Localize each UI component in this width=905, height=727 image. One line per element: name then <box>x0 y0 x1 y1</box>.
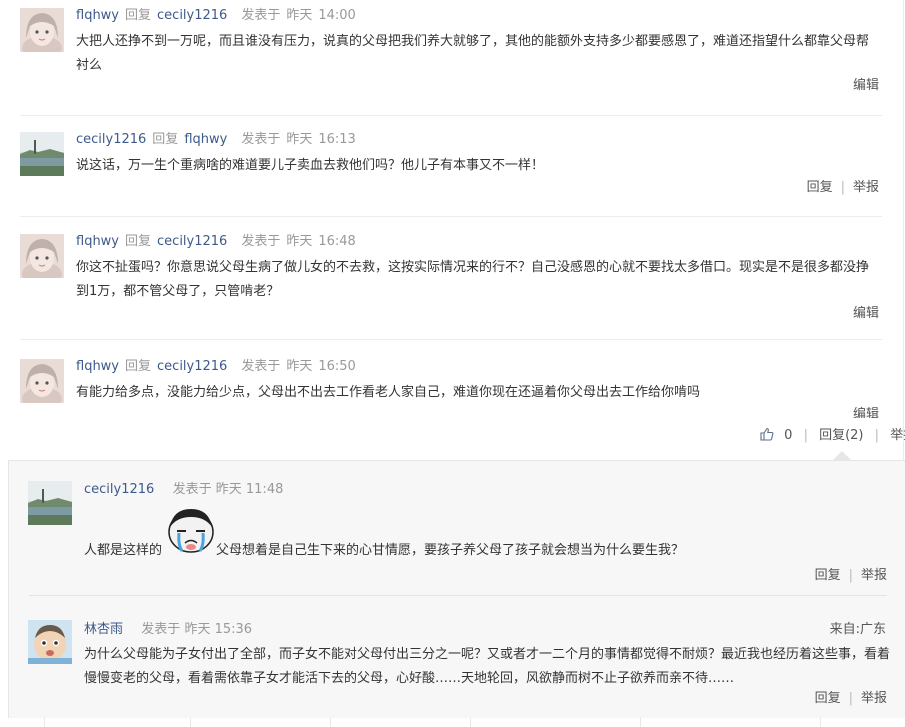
edit-link[interactable]: 编辑 <box>853 78 879 93</box>
comment-username[interactable]: cecily1216 <box>76 132 146 147</box>
comment-meta: flqhwy 回复 cecily1216 发表于 昨天 14:00 <box>76 6 356 26</box>
reply-link[interactable]: 回复 <box>815 568 841 583</box>
reply-to-username[interactable]: flqhwy <box>184 132 227 147</box>
like-count: 0 <box>784 428 793 443</box>
reply-text: 为什么父母能为子女付出了全部，而子女不能对父母付出三分之一呢？又或者才一二个月的… <box>84 647 891 686</box>
avatar-flqhwy[interactable] <box>20 8 64 52</box>
reply-to-username[interactable]: cecily1216 <box>157 234 227 249</box>
reply-link[interactable]: 回复 <box>815 691 841 706</box>
comment-actions: 回复 | 举报 <box>806 180 879 195</box>
comment-username[interactable]: flqhwy <box>76 234 119 249</box>
comment-divider <box>20 216 882 217</box>
posted-label: 发表于 <box>241 359 281 374</box>
post-action-bar: 0 | 回复(2) | 举报 <box>760 426 905 448</box>
post-day: 昨天 <box>184 622 211 637</box>
edit-link[interactable]: 编辑 <box>853 306 879 321</box>
reply-word: 回复 <box>125 359 152 374</box>
comment-text: 说这话，万一生个重病啥的难道要儿子卖血去救他们吗？他儿子有本事又不一样！ <box>76 158 545 173</box>
comment-divider <box>20 115 882 116</box>
report-link[interactable]: 举报 <box>853 180 879 195</box>
posted-label: 发表于 <box>241 234 281 249</box>
comment-actions: 编辑 <box>853 403 879 418</box>
post-time: 11:48 <box>245 482 284 497</box>
reply-meta: cecily1216 发表于 昨天 11:48 <box>84 480 283 500</box>
reply-link[interactable]: 回复 <box>807 180 833 195</box>
posted-label: 发表于 <box>141 622 181 637</box>
post-day: 昨天 <box>215 482 242 497</box>
reply-box-pointer <box>833 451 851 460</box>
comment-username[interactable]: flqhwy <box>76 359 119 374</box>
crying-emoji-icon <box>165 505 217 559</box>
comment-text: 大把人还挣不到一万呢，而且谁没有压力，说真的父母把我们养大就够了，其他的能额外支… <box>76 34 870 73</box>
report-link[interactable]: 举报 <box>861 691 887 706</box>
reply-word: 回复 <box>125 234 152 249</box>
reply-actions: 回复 | 举报 <box>814 568 887 583</box>
reply-word: 回复 <box>152 132 179 147</box>
reply-username[interactable]: 林杏雨 <box>84 622 123 637</box>
posted-label: 发表于 <box>172 482 212 497</box>
posted-label: 发表于 <box>241 132 281 147</box>
comment-meta: cecily1216 回复 flqhwy 发表于 昨天 16:13 <box>76 130 356 150</box>
reply-meta: 林杏雨 发表于 昨天 15:36 <box>84 620 252 640</box>
reply-to-username[interactable]: cecily1216 <box>157 8 227 23</box>
post-time: 16:50 <box>318 359 356 374</box>
post-time: 14:00 <box>318 8 356 23</box>
avatar-linxingyu[interactable] <box>28 620 72 664</box>
comment-text: 有能力给多点，没能力给少点，父母出不出去工作看老人家自己，难道你现在还逼着你父母… <box>76 385 701 400</box>
reply-word: 回复 <box>125 8 152 23</box>
avatar-flqhwy[interactable] <box>20 234 64 278</box>
post-time: 15:36 <box>214 622 253 637</box>
bottom-rule <box>0 718 905 727</box>
comment-item: flqhwy 回复 cecily1216 发表于 昨天 14:00 大把人还挣不到一万呢，… <box>0 8 885 120</box>
reply-username[interactable]: cecily1216 <box>84 482 154 497</box>
comment-item: cecily1216 回复 flqhwy 发表于 昨天 16:13 说这话，万一生个重病啥… <box>0 132 885 218</box>
reply-actions: 回复 | 举报 <box>814 691 887 706</box>
comment-item: flqhwy 回复 cecily1216 发表于 昨天 16:48 你这不扯蛋吗？你意思说… <box>0 234 885 344</box>
post-day: 昨天 <box>286 132 313 147</box>
avatar-cecily1216[interactable] <box>28 481 72 525</box>
post-day: 昨天 <box>286 359 313 374</box>
comment-actions: 编辑 <box>853 74 879 93</box>
reply-to-username[interactable]: cecily1216 <box>157 359 227 374</box>
comment-username[interactable]: flqhwy <box>76 8 119 23</box>
post-time: 16:13 <box>318 132 356 147</box>
reply-source: 来自:广东 <box>829 622 886 637</box>
post-day: 昨天 <box>286 234 313 249</box>
comment-thread: flqhwy 回复 cecily1216 发表于 昨天 14:00 大把人还挣不到一万呢，… <box>0 0 903 418</box>
report-link[interactable]: 举报 <box>890 428 905 443</box>
avatar-flqhwy[interactable] <box>20 359 64 403</box>
post-day: 昨天 <box>286 8 313 23</box>
comment-text: 你这不扯蛋吗？你意思说父母生病了做儿女的不去救，这按实际情况来的行不？自己没感恩… <box>76 260 870 299</box>
comment-meta: flqhwy 回复 cecily1216 发表于 昨天 16:50 <box>76 357 356 377</box>
reply-text-before: 人都是这样的 <box>84 543 163 558</box>
replies-panel: cecily1216 发表于 昨天 11:48 人都是这样的 父母想着是自己生下… <box>8 460 905 720</box>
report-link[interactable]: 举报 <box>861 568 887 583</box>
reply-text-after: 父母想着是自己生下来的心甘情愿，要孩子养父母了孩子就会想当为什么要生我？ <box>216 543 685 558</box>
toggle-replies-button[interactable]: 回复(2) <box>819 428 863 443</box>
post-time: 16:48 <box>318 234 356 249</box>
reply-divider <box>29 595 887 596</box>
comment-actions: 编辑 <box>853 302 879 321</box>
thumbs-up-icon[interactable] <box>760 427 774 448</box>
comment-meta: flqhwy 回复 cecily1216 发表于 昨天 16:48 <box>76 232 356 252</box>
comment-divider <box>20 339 882 340</box>
comment-item: flqhwy 回复 cecily1216 发表于 昨天 16:50 有能力给多点，没能力给… <box>0 359 885 418</box>
posted-label: 发表于 <box>241 8 281 23</box>
avatar-cecily1216[interactable] <box>20 132 64 176</box>
edit-link[interactable]: 编辑 <box>853 407 879 418</box>
